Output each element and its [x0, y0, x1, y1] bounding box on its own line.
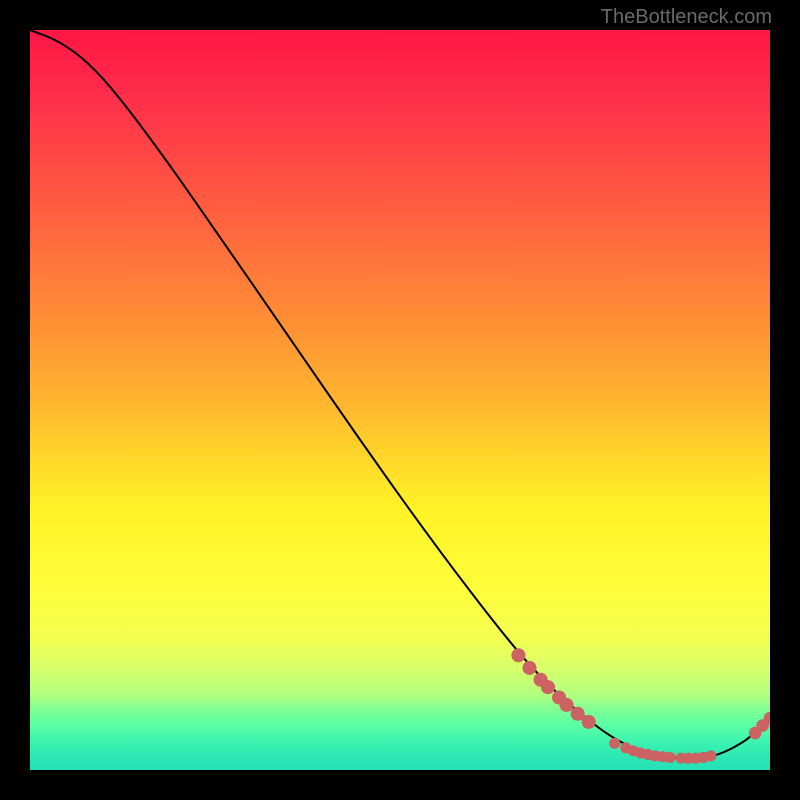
chart-marker	[511, 648, 525, 662]
watermark-text: TheBottleneck.com	[601, 6, 772, 29]
chart-marker	[665, 752, 676, 763]
chart-marker	[609, 738, 620, 749]
chart-svg	[30, 30, 770, 770]
chart-curve	[30, 30, 770, 758]
chart-marker	[559, 698, 573, 712]
chart-plot-area	[30, 30, 770, 770]
chart-marker	[541, 680, 555, 694]
chart-markers	[511, 648, 770, 763]
chart-marker	[705, 750, 716, 761]
chart-marker	[522, 661, 536, 675]
chart-marker	[582, 715, 596, 729]
